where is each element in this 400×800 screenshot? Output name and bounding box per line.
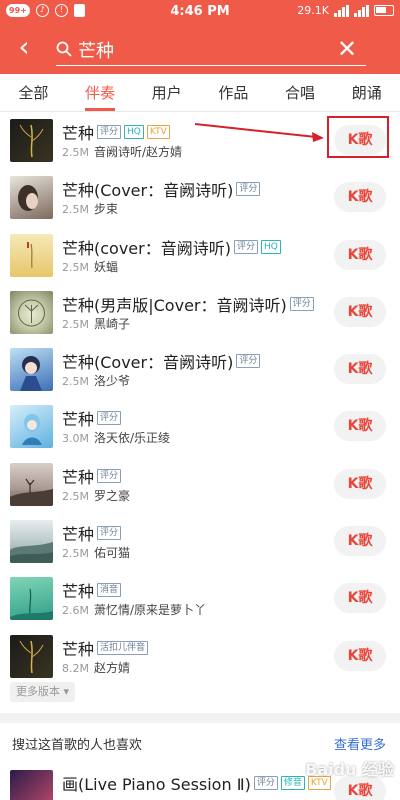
watermark: Baidu 经验 [305, 760, 394, 779]
annotation-highlight-box [327, 116, 389, 158]
